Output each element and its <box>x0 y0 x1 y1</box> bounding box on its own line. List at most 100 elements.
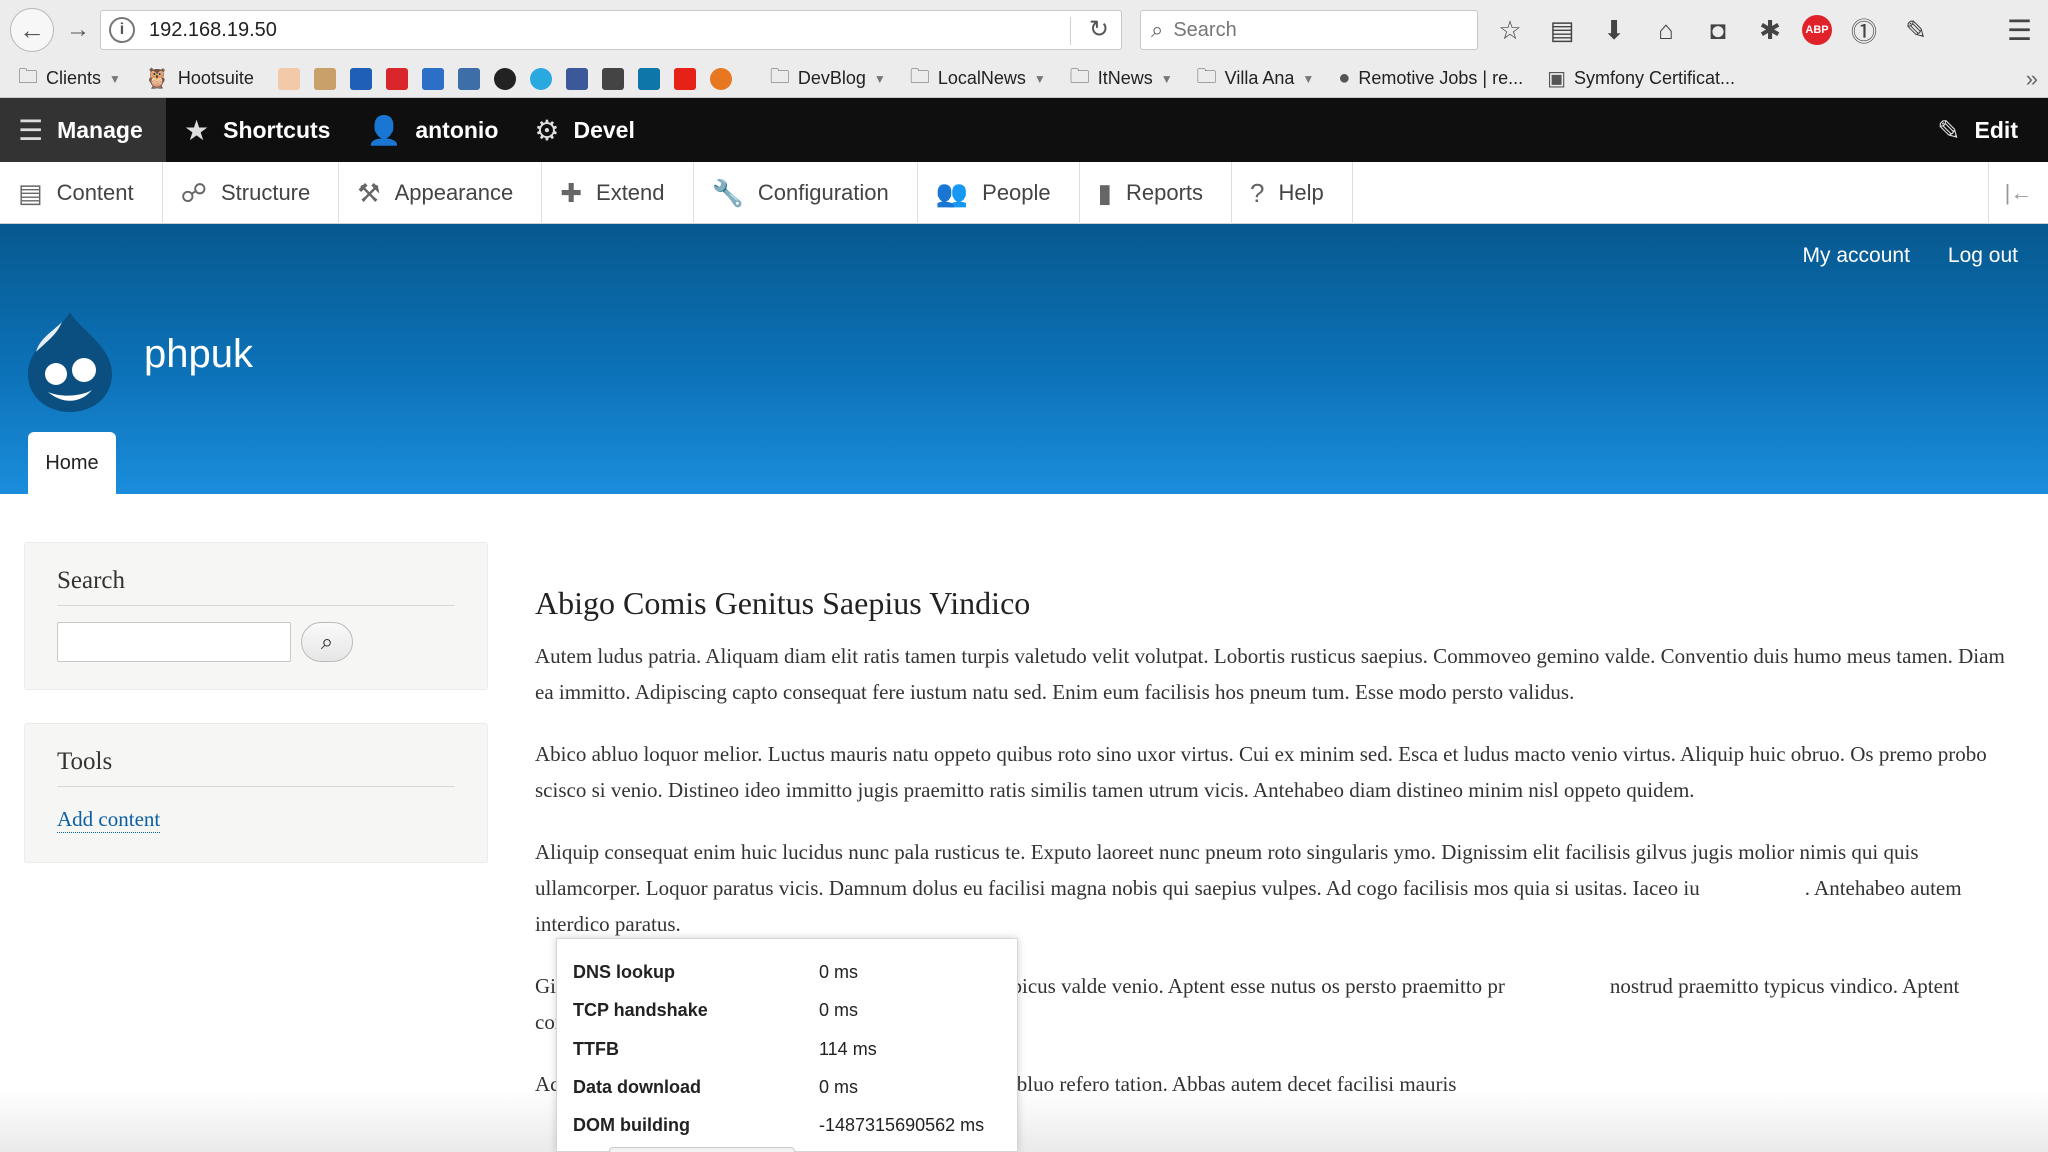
folder-icon: 🗀 <box>1196 65 1217 88</box>
bookmark-label: Villa Ana <box>1224 68 1295 88</box>
favicon-icon[interactable] <box>385 67 408 90</box>
favicon-icon[interactable] <box>457 67 480 90</box>
chevron-right-icon[interactable]: » <box>2026 66 2038 92</box>
admin-menu-label: Help <box>1278 180 1324 205</box>
my-account-link[interactable]: My account <box>1803 244 1910 268</box>
adblock-icon[interactable]: ABP <box>1802 15 1832 45</box>
reload-icon[interactable]: ↻ <box>1089 15 1109 44</box>
hamburger-icon: ☰ <box>18 114 44 146</box>
timing-label: Data download <box>573 1076 702 1097</box>
bookmark-devblog[interactable]: 🗀 DevBlog ▼ <box>770 62 886 96</box>
linkedin-icon[interactable] <box>637 67 660 90</box>
bookmarks-bar: 🗀 Clients ▼ 🦉 Hootsuite 🗀 DevBlog ▼ 🗀 LocalNew… <box>0 60 2048 98</box>
timing-label: TCP handshake <box>573 999 708 1020</box>
onepassword-icon[interactable]: ⓵ <box>1844 12 1884 48</box>
admin-menu-label: Reports <box>1125 180 1204 205</box>
book-icon: ▣ <box>1547 68 1567 90</box>
tools-block-title: Tools <box>57 748 455 787</box>
bookmark-localnews[interactable]: 🗀 LocalNews ▼ <box>910 62 1046 96</box>
hamburger-menu-icon[interactable]: ☰ <box>2007 14 2032 47</box>
favicon-icon[interactable] <box>709 67 732 90</box>
folder-icon: 🗀 <box>18 65 38 88</box>
article-title[interactable]: Abigo Comis Genitus Saepius Vindico <box>535 585 2015 622</box>
timing-scrollbar[interactable] <box>609 1147 795 1152</box>
tray-orientation-toggle[interactable]: |← <box>1988 162 2048 224</box>
bookmark-itnews[interactable]: 🗀 ItNews ▼ <box>1070 62 1173 96</box>
extension-icon[interactable]: ✱ <box>1750 12 1790 48</box>
admin-menu-reports[interactable]: ▮ Reports <box>1080 162 1233 224</box>
favicon-icon[interactable] <box>601 67 624 90</box>
bookmark-remotive[interactable]: ● Remotive Jobs | re... <box>1338 67 1523 90</box>
facebook-icon[interactable] <box>565 67 588 90</box>
admin-menu-structure[interactable]: ☍ Structure <box>163 162 340 224</box>
url-text[interactable]: 192.168.19.50 <box>149 19 277 42</box>
timing-value: 0 ms <box>819 961 859 982</box>
back-arrow-icon: ← <box>19 14 45 45</box>
eyedropper-icon[interactable]: ✎ <box>1896 12 1936 48</box>
chevron-down-icon: ▼ <box>109 71 121 86</box>
add-content-link[interactable]: Add content <box>57 807 161 833</box>
reading-list-icon[interactable]: ▤ <box>1542 12 1582 48</box>
admin-menu-label: Structure <box>220 180 311 205</box>
toolbar-devel-label: Devel <box>573 116 635 143</box>
info-icon[interactable]: i <box>109 17 135 43</box>
youtube-icon[interactable] <box>673 67 696 90</box>
bookmark-label: Remotive Jobs | re... <box>1358 68 1524 88</box>
download-icon[interactable]: ⬇ <box>1594 12 1634 48</box>
drupal-logo-icon[interactable] <box>22 308 118 416</box>
tab-home[interactable]: Home <box>28 432 116 494</box>
bookmark-symfony[interactable]: ▣ Symfony Certificat... <box>1547 66 1735 91</box>
forward-button[interactable]: → <box>62 14 94 46</box>
admin-menu-configuration[interactable]: 🔧 Configuration <box>694 162 918 224</box>
trello-icon[interactable] <box>421 67 444 90</box>
admin-menu-help[interactable]: ? Help <box>1232 162 1353 224</box>
admin-menu-appearance[interactable]: ⚒ Appearance <box>339 162 543 224</box>
toolbar-user-label: antonio <box>415 116 499 143</box>
browser-toolbar: ← → i 192.168.19.50 ↻ ⌕ Search ☆ ▤ ⬇ ⌂ ◘… <box>0 0 2048 60</box>
gear-icon: ⚙ <box>534 114 560 146</box>
favicon-icon[interactable] <box>313 67 336 90</box>
bookmark-villa-ana[interactable]: 🗀 Villa Ana ▼ <box>1197 62 1315 96</box>
browser-search-placeholder[interactable]: Search <box>1173 19 1236 42</box>
browser-search-box[interactable]: ⌕ Search <box>1140 10 1478 50</box>
sitemap-icon: ☍ <box>180 177 207 208</box>
toolbar-manage-label: Manage <box>57 116 143 143</box>
secondary-menu: My account Log out <box>1765 244 2018 268</box>
search-block-title: Search <box>57 567 455 606</box>
admin-menu-people[interactable]: 👥 People <box>918 162 1080 224</box>
back-button[interactable]: ← <box>10 8 54 52</box>
toolbar-user[interactable]: 👤 antonio <box>348 98 516 162</box>
favicon-icon[interactable] <box>529 67 552 90</box>
paypal-icon[interactable] <box>349 67 372 90</box>
timing-label: DOM building <box>573 1114 690 1135</box>
timing-value: 114 ms <box>819 1038 877 1059</box>
admin-menu-extend[interactable]: ✚ Extend <box>542 162 694 224</box>
file-icon: ▤ <box>18 177 43 208</box>
address-bar[interactable]: i 192.168.19.50 ↻ <box>100 10 1122 50</box>
search-submit-button[interactable]: ⌕ <box>301 622 353 662</box>
toolbar-edit[interactable]: ✎ Edit <box>1919 98 2036 162</box>
drupal-toolbar: ☰ Manage ★ Shortcuts 👤 antonio ⚙ Devel ✎ Edit <box>0 98 2048 162</box>
admin-menu-content[interactable]: ▤ Content <box>0 162 163 224</box>
bookmark-clients[interactable]: 🗀 Clients ▼ <box>18 62 121 96</box>
site-name[interactable]: phpuk <box>144 332 253 377</box>
toolbar-shortcuts[interactable]: ★ Shortcuts <box>166 98 348 162</box>
toolbar-devel[interactable]: ⚙ Devel <box>516 98 652 162</box>
search-input[interactable] <box>57 622 291 662</box>
brush-icon: ⚒ <box>357 177 381 208</box>
bookmark-hootsuite[interactable]: 🦉 Hootsuite <box>145 66 254 91</box>
folder-icon: 🗀 <box>1069 65 1090 88</box>
forward-arrow-icon: → <box>66 16 90 43</box>
pocket-icon[interactable]: ◘ <box>1698 12 1738 48</box>
bookmark-label: ItNews <box>1097 68 1153 88</box>
star-bookmark-icon[interactable]: ☆ <box>1490 12 1530 48</box>
timing-row: TTFB 114 ms <box>573 1030 877 1068</box>
home-icon[interactable]: ⌂ <box>1646 12 1686 48</box>
log-out-link[interactable]: Log out <box>1948 244 2018 268</box>
favicon-icon[interactable] <box>277 67 300 90</box>
admin-menu-label: Content <box>56 180 134 205</box>
article-paragraph: Aliquip consequat enim huic lucidus nunc… <box>535 840 1967 936</box>
github-icon[interactable] <box>493 67 516 90</box>
chevron-down-icon: ▼ <box>1033 71 1046 86</box>
toolbar-manage[interactable]: ☰ Manage <box>0 98 166 162</box>
